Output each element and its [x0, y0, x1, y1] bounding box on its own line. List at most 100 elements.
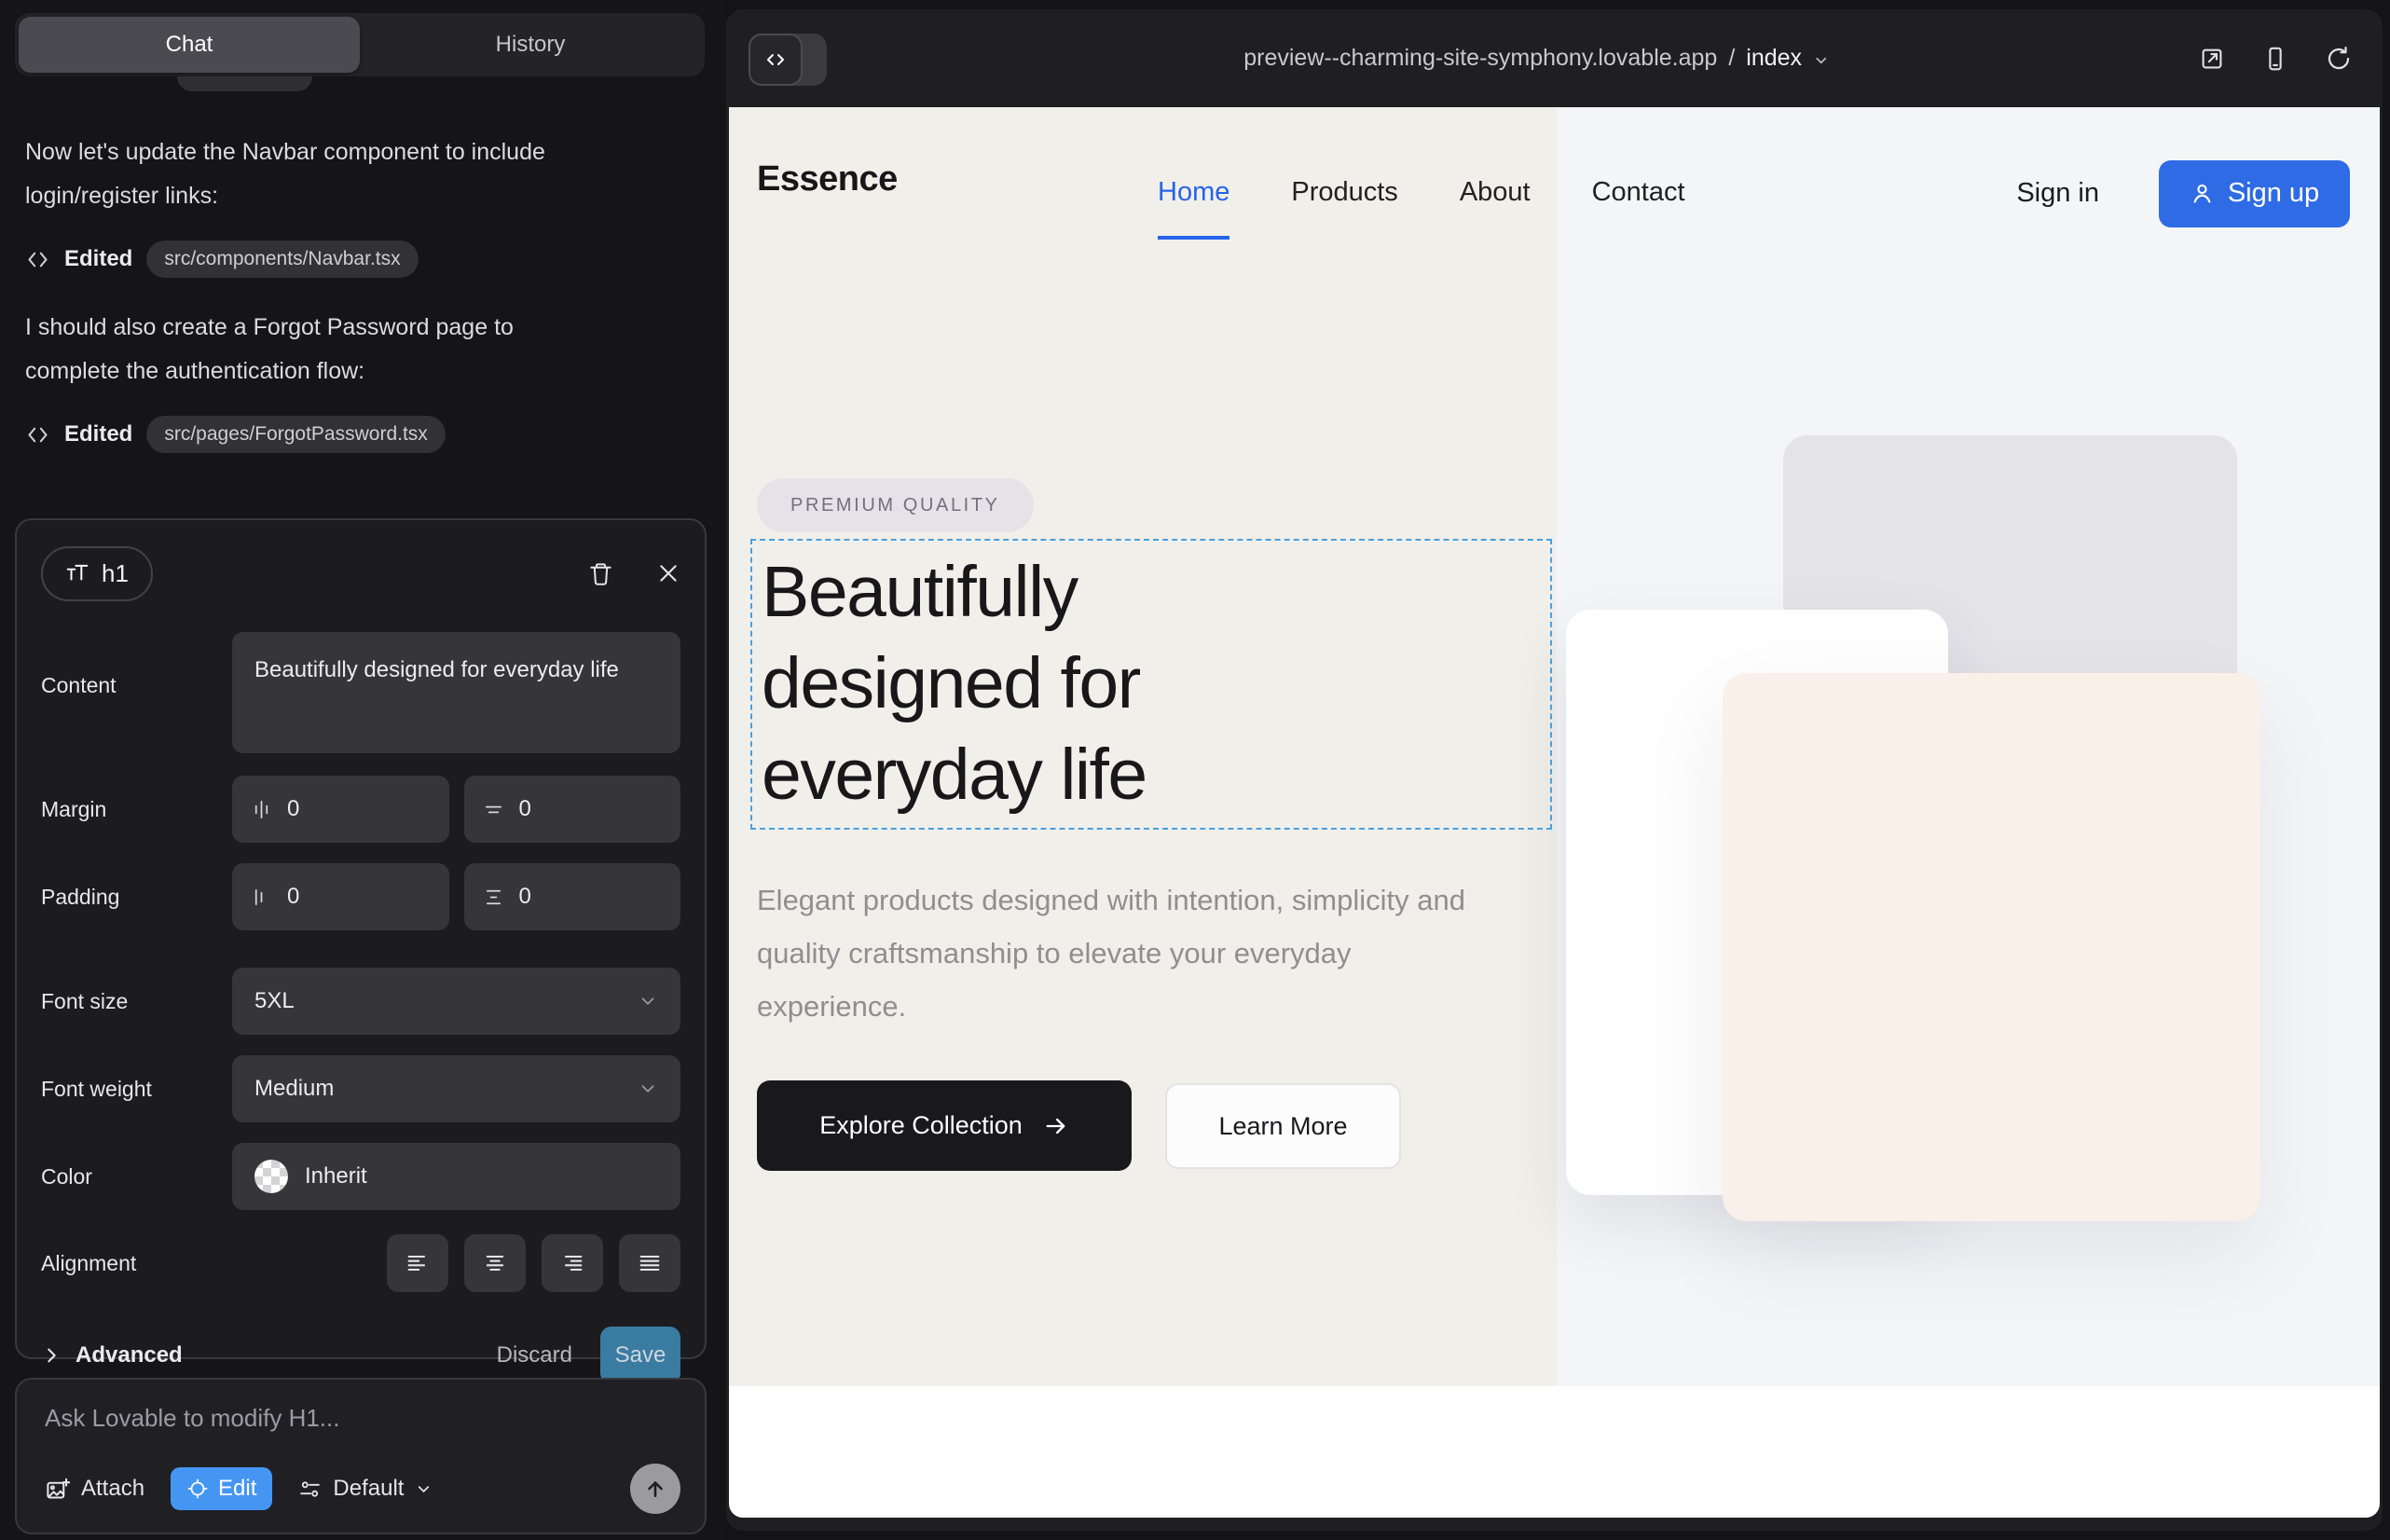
scrolled-chip-partial	[177, 76, 312, 91]
alignment-field-row: Alignment	[41, 1234, 680, 1292]
code-icon	[749, 34, 803, 86]
chat-message: Now let's update the Navbar component to…	[25, 131, 598, 218]
sidebar-tab-bar: Chat History	[15, 13, 705, 76]
edited-label: Edited	[64, 421, 132, 447]
tab-chat[interactable]: Chat	[19, 17, 360, 73]
crosshair-icon	[186, 1478, 209, 1500]
mobile-view-icon[interactable]	[2261, 45, 2289, 73]
preview-browser-frame: preview--charming-site-symphony.lovable.…	[726, 9, 2383, 1531]
padding-vertical-icon	[483, 887, 504, 908]
url-host: preview--charming-site-symphony.lovable.…	[1243, 45, 1717, 72]
discard-button[interactable]: Discard	[497, 1342, 572, 1368]
open-in-new-tab-icon[interactable]	[2198, 45, 2226, 73]
sign-up-label: Sign up	[2228, 178, 2319, 209]
font-size-field-row: Font size 5XL	[41, 968, 680, 1035]
hero-image-placeholder-cream	[1723, 673, 2260, 1221]
learn-more-button[interactable]: Learn More	[1165, 1083, 1401, 1169]
font-size-select[interactable]: 5XL	[232, 968, 680, 1035]
font-weight-select[interactable]: Medium	[232, 1055, 680, 1122]
padding-x-value: 0	[287, 884, 299, 910]
file-chip[interactable]: src/pages/ForgotPassword.tsx	[146, 416, 445, 453]
selected-element-pill[interactable]: h1	[41, 546, 153, 601]
edit-mode-button[interactable]: Edit	[171, 1467, 272, 1510]
hero-badge: PREMIUM QUALITY	[757, 478, 1034, 532]
chevron-right-icon	[41, 1345, 62, 1366]
element-tag-label: h1	[102, 559, 129, 588]
color-field-row: Color Inherit	[41, 1143, 680, 1210]
padding-y-value: 0	[519, 884, 531, 910]
image-plus-icon	[45, 1477, 70, 1502]
font-weight-label: Font weight	[41, 1077, 232, 1102]
nav-link-products[interactable]: Products	[1291, 177, 1397, 210]
hero-heading[interactable]: Beautifully designed for everyday life	[762, 546, 1147, 820]
editor-footer: Advanced Discard Save	[41, 1326, 680, 1385]
sign-up-button[interactable]: Sign up	[2159, 160, 2350, 227]
site-logo[interactable]: Essence	[757, 159, 898, 199]
url-separator: /	[1728, 45, 1735, 72]
chat-message: I should also create a Forgot Password p…	[25, 306, 598, 393]
align-right-button[interactable]	[542, 1234, 603, 1292]
color-select[interactable]: Inherit	[232, 1143, 680, 1210]
font-weight-field-row: Font weight Medium	[41, 1055, 680, 1122]
hero-cta-row: Explore Collection Learn More	[757, 1080, 1401, 1171]
close-panel-button[interactable]	[656, 561, 680, 585]
padding-field-row: Padding 0 0	[41, 863, 680, 930]
refresh-icon[interactable]	[2325, 45, 2353, 73]
delete-element-button[interactable]	[588, 561, 613, 586]
lovable-app: Chat History Now let's update the Navbar…	[0, 0, 2390, 1540]
url-page: index	[1746, 45, 1802, 72]
chevron-down-icon[interactable]	[1813, 52, 1830, 69]
selected-h1-outline[interactable]: Beautifully designed for everyday life	[750, 539, 1552, 830]
margin-x-input[interactable]: 0	[232, 776, 449, 843]
site-auth-area: Sign in Sign up	[2016, 107, 2350, 280]
file-chip[interactable]: src/components/Navbar.tsx	[146, 241, 418, 278]
margin-y-value: 0	[519, 796, 531, 822]
file-edit-row: Edited src/pages/ForgotPassword.tsx	[25, 416, 696, 453]
margin-x-value: 0	[287, 796, 299, 822]
chevron-down-icon	[638, 1079, 658, 1099]
padding-y-input[interactable]: 0	[464, 863, 681, 930]
mode-dropdown[interactable]: Default	[298, 1476, 433, 1502]
attach-button[interactable]: Attach	[45, 1476, 144, 1502]
tab-history[interactable]: History	[360, 17, 701, 73]
file-edit-row: Edited src/components/Navbar.tsx	[25, 241, 696, 278]
attach-label: Attach	[81, 1476, 144, 1502]
chat-composer[interactable]: Ask Lovable to modify H1... Attach Edit	[15, 1378, 707, 1534]
nav-link-contact[interactable]: Contact	[1592, 177, 1685, 210]
save-button[interactable]: Save	[600, 1327, 680, 1384]
code-preview-toggle[interactable]	[749, 34, 827, 86]
chat-sidebar: Chat History Now let's update the Navbar…	[0, 0, 726, 1540]
code-icon	[25, 422, 50, 447]
code-icon	[25, 247, 50, 272]
user-icon	[2190, 181, 2215, 206]
url-bar[interactable]: preview--charming-site-symphony.lovable.…	[1243, 9, 1830, 107]
advanced-toggle[interactable]: Advanced	[41, 1342, 183, 1368]
font-size-label: Font size	[41, 989, 232, 1014]
alignment-label: Alignment	[41, 1251, 232, 1276]
padding-x-input[interactable]: 0	[232, 863, 449, 930]
nav-link-about[interactable]: About	[1460, 177, 1531, 210]
explore-collection-button[interactable]: Explore Collection	[757, 1080, 1132, 1171]
site-navbar: Essence Home Products About Contact Sign…	[729, 107, 2380, 280]
margin-horizontal-icon	[251, 799, 272, 820]
margin-vertical-icon	[483, 799, 504, 820]
padding-horizontal-icon	[251, 887, 272, 908]
site-viewport: Essence Home Products About Contact Sign…	[729, 107, 2380, 1518]
arrow-up-icon	[643, 1477, 667, 1501]
content-label: Content	[41, 673, 232, 698]
hero-paragraph: Elegant products designed with intention…	[757, 873, 1493, 1033]
align-left-button[interactable]	[387, 1234, 448, 1292]
margin-y-input[interactable]: 0	[464, 776, 681, 843]
sign-in-link[interactable]: Sign in	[2016, 178, 2099, 209]
type-icon	[65, 561, 89, 585]
edited-label: Edited	[64, 246, 132, 272]
content-textarea[interactable]: Beautifully designed for everyday life	[232, 632, 680, 753]
site-nav-links: Home Products About Contact	[1158, 107, 1685, 280]
nav-link-home[interactable]: Home	[1158, 177, 1229, 210]
align-center-button[interactable]	[464, 1234, 526, 1292]
padding-label: Padding	[41, 885, 232, 910]
send-button[interactable]	[630, 1464, 680, 1514]
composer-input[interactable]: Ask Lovable to modify H1...	[45, 1404, 677, 1433]
font-size-value: 5XL	[254, 988, 295, 1014]
align-justify-button[interactable]	[619, 1234, 680, 1292]
